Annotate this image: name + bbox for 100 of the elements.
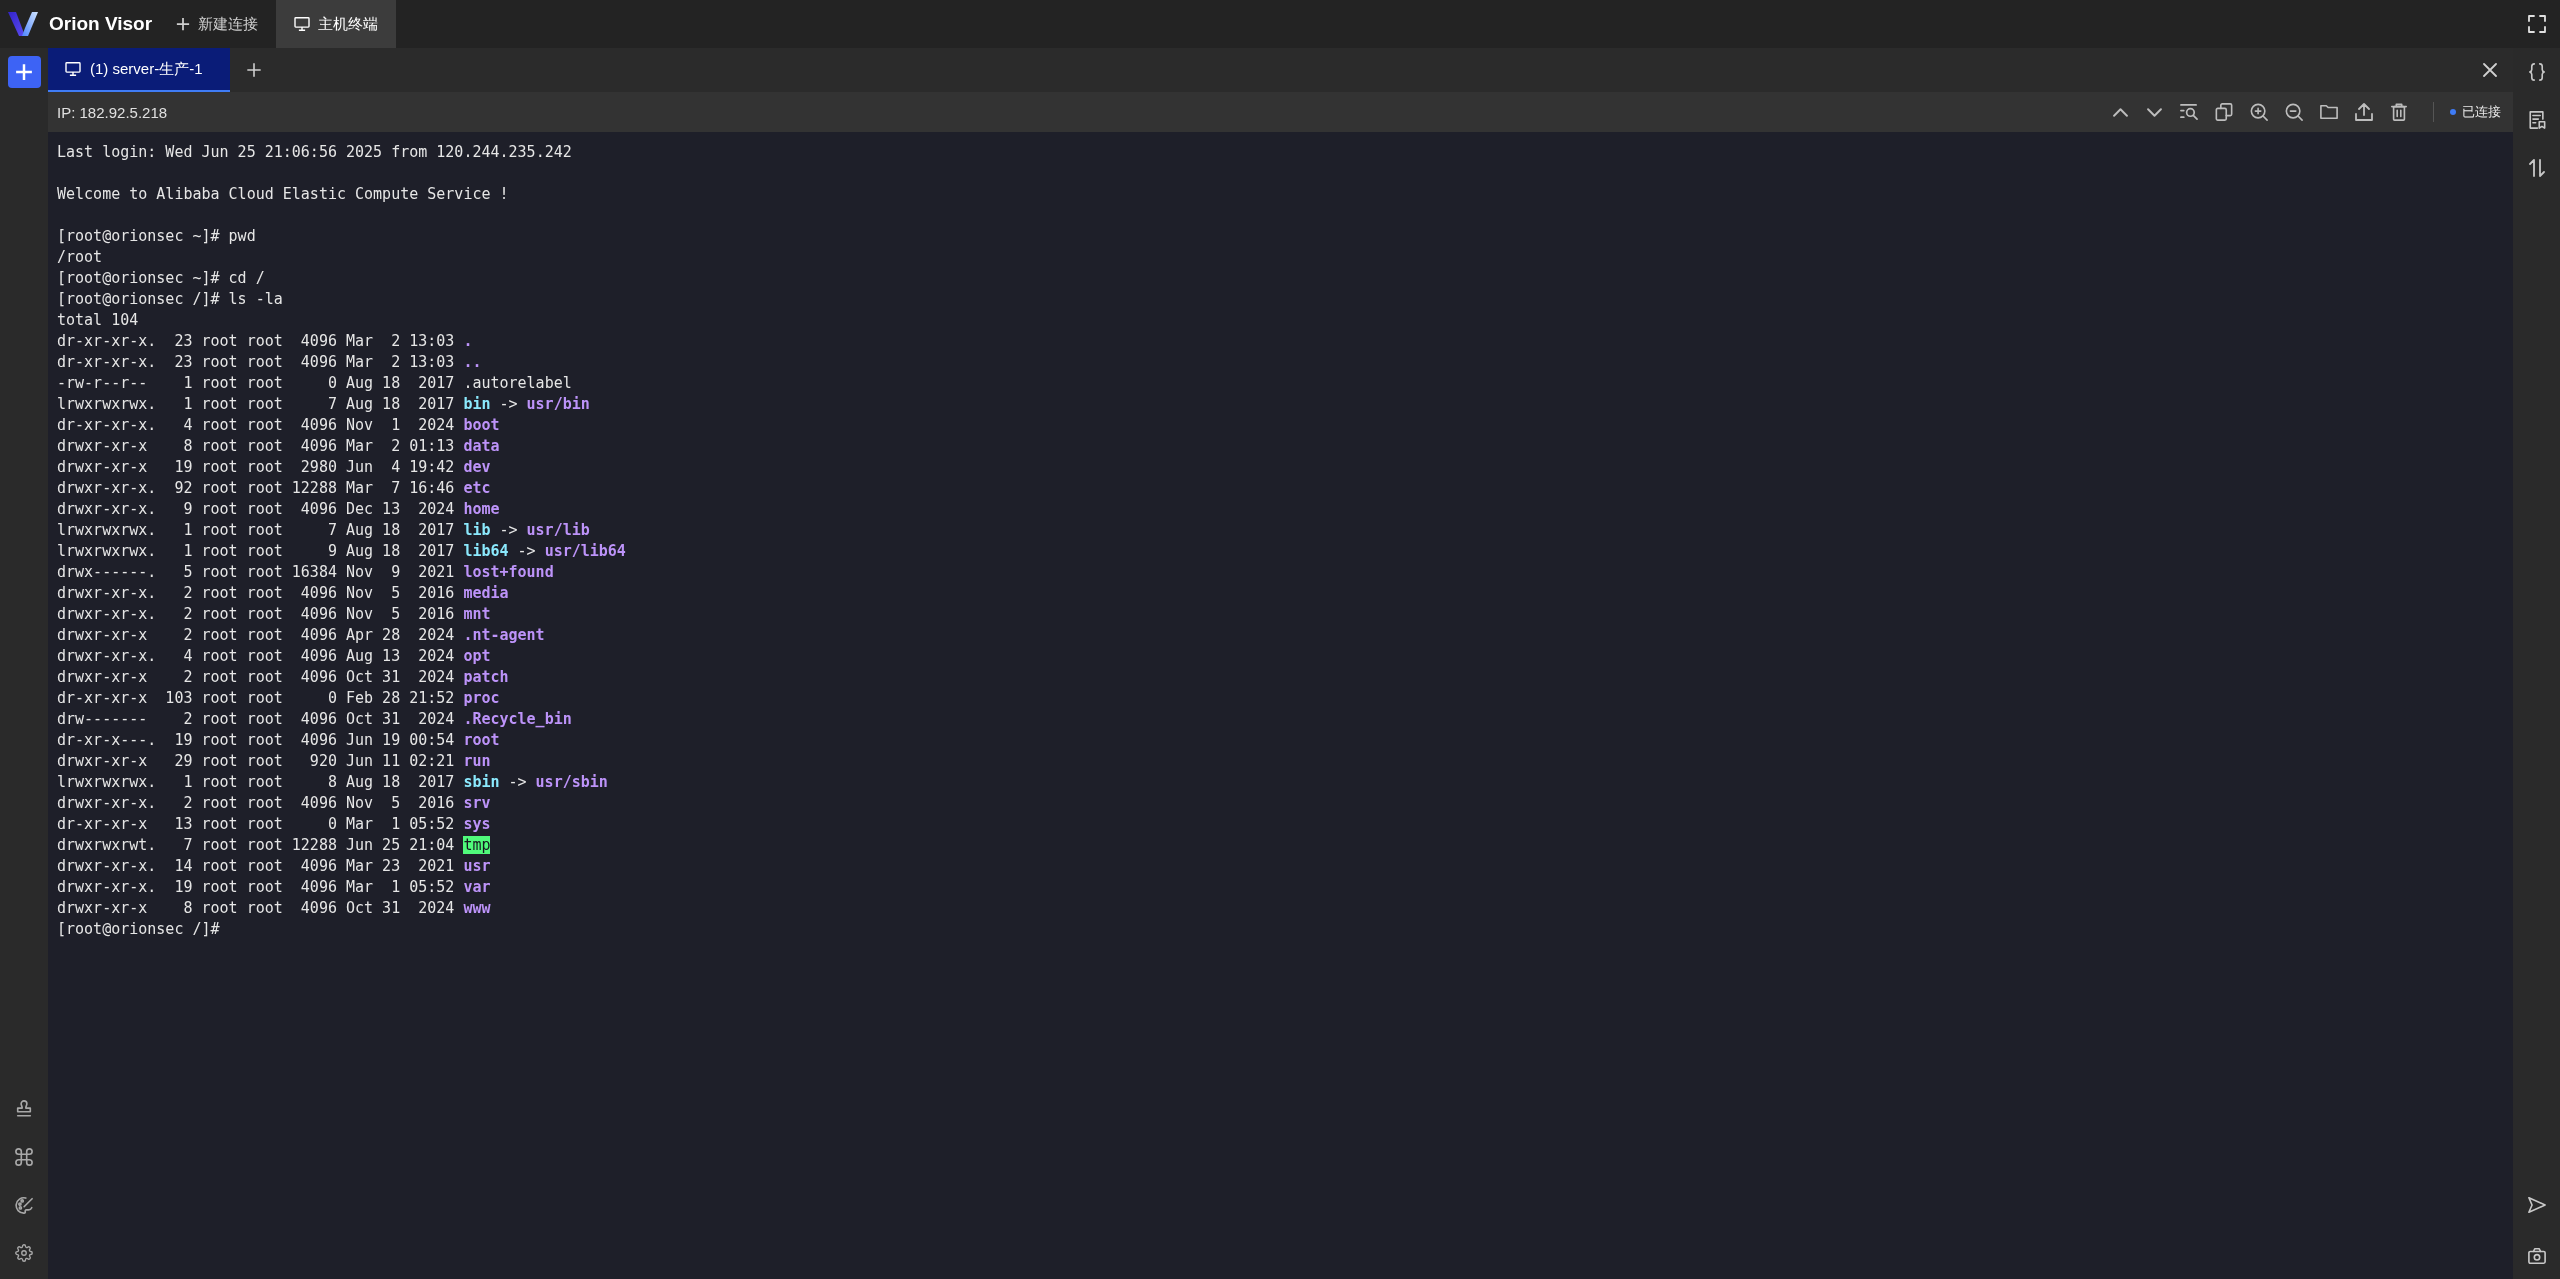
file-name: .Recycle_bin — [463, 709, 572, 728]
listing-details: lrwxrwxrwx. 1 root root 7 Aug 18 2017 — [57, 394, 455, 413]
chevron-up-icon[interactable] — [2113, 107, 2128, 117]
file-name: patch — [463, 667, 509, 686]
terminal-line: [root@orionsec ~]# pwd — [57, 225, 256, 247]
listing-details: drwxr-xr-x. 2 root root 4096 Nov 5 2016 — [57, 793, 455, 812]
zoom-in-icon[interactable] — [2250, 103, 2268, 121]
file-name: lib64 — [463, 541, 509, 560]
app-name: Orion Visor — [49, 13, 153, 35]
file-name: sys — [463, 814, 491, 833]
file-name: lib — [463, 520, 491, 539]
file-name: root — [463, 730, 500, 749]
zoom-out-icon[interactable] — [2285, 103, 2303, 121]
link-arrow: -> — [517, 541, 536, 560]
terminal-line: [root@orionsec ~]# cd / — [57, 267, 265, 289]
listing-details: drwxr-xr-x. 4 root root 4096 Aug 13 2024 — [57, 646, 455, 665]
listing-details: lrwxrwxrwx. 1 root root 7 Aug 18 2017 — [57, 520, 455, 539]
listing-details: dr-xr-xr-x. 23 root root 4096 Mar 2 13:03 — [57, 352, 455, 371]
file-name: data — [463, 436, 500, 455]
listing-details: dr-xr-xr-x 103 root root 0 Feb 28 21:52 — [57, 688, 455, 707]
listing-details: drwx------. 5 root root 16384 Nov 9 2021 — [57, 562, 455, 581]
file-name: srv — [463, 793, 491, 812]
logo-icon — [8, 12, 38, 36]
file-name: media — [463, 583, 509, 602]
send-icon[interactable] — [2527, 1196, 2546, 1214]
listing-details: drw------- 2 root root 4096 Oct 31 2024 — [57, 709, 455, 728]
palette-icon[interactable] — [15, 1196, 33, 1214]
terminal-line: Welcome to Alibaba Cloud Elastic Compute Service ! — [57, 183, 509, 205]
terminal-line: [root@orionsec /]# ls -la — [57, 288, 283, 310]
stamp-icon[interactable] — [15, 1100, 33, 1118]
listing-details: drwxr-xr-x. 2 root root 4096 Nov 5 2016 — [57, 583, 455, 602]
listing-details: drwxr-xr-x. 9 root root 4096 Dec 13 2024 — [57, 499, 455, 518]
camera-icon[interactable] — [2527, 1247, 2546, 1265]
file-name: home — [463, 499, 500, 518]
listing-details: drwxr-xr-x 19 root root 2980 Jun 4 19:42 — [57, 457, 455, 476]
monitor-icon — [65, 62, 81, 76]
listing-details: drwxr-xr-x 29 root root 920 Jun 11 02:21 — [57, 751, 455, 770]
folder-icon[interactable] — [2320, 103, 2338, 121]
listing-details: dr-xr-xr-x. 23 root root 4096 Mar 2 13:03 — [57, 331, 455, 350]
plus-icon — [15, 63, 33, 81]
connection-status: 已连接 — [2462, 103, 2501, 121]
listing-details: dr-xr-xr-x 13 root root 0 Mar 1 05:52 — [57, 814, 455, 833]
file-name: etc — [463, 478, 491, 497]
file-name: .autorelabel — [463, 373, 572, 392]
plus-icon — [176, 17, 191, 31]
file-name: usr — [463, 856, 491, 875]
listing-details: drwxr-xr-x 2 root root 4096 Oct 31 2024 — [57, 667, 455, 686]
search-list-icon[interactable] — [2180, 103, 2198, 121]
listing-details: lrwxrwxrwx. 1 root root 8 Aug 18 2017 — [57, 772, 455, 791]
listing-details: drwxr-xr-x. 2 root root 4096 Nov 5 2016 — [57, 604, 455, 623]
file-name: www — [463, 898, 491, 917]
file-name: bin — [463, 394, 491, 413]
link-target: usr/lib — [526, 520, 590, 539]
trash-icon[interactable] — [2390, 103, 2408, 121]
nav-button[interactable]: 新建连接 — [158, 0, 277, 48]
terminal-line: /root — [57, 246, 103, 268]
sort-icon[interactable] — [2527, 159, 2546, 177]
file-name: mnt — [463, 604, 491, 623]
bookmark-document-icon[interactable] — [2527, 111, 2546, 129]
terminal-line: [root@orionsec /]# — [57, 918, 220, 940]
link-arrow: -> — [499, 394, 518, 413]
file-name: tmp — [463, 835, 491, 854]
link-arrow: -> — [508, 772, 527, 791]
add-button[interactable] — [7, 56, 41, 88]
listing-details: drwxr-xr-x. 92 root root 12288 Mar 7 16:46 — [57, 478, 455, 497]
link-arrow: -> — [499, 520, 518, 539]
chevron-down-icon[interactable] — [2147, 107, 2162, 117]
link-target: usr/lib64 — [544, 541, 626, 560]
listing-details: lrwxrwxrwx. 1 root root 9 Aug 18 2017 — [57, 541, 455, 560]
file-name: .nt-agent — [463, 625, 545, 644]
listing-details: drwxr-xr-x 8 root root 4096 Mar 2 01:13 — [57, 436, 455, 455]
braces-icon[interactable] — [2527, 63, 2546, 81]
listing-details: -rw-r--r-- 1 root root 0 Aug 18 2017 — [57, 373, 455, 392]
command-icon[interactable] — [15, 1148, 33, 1166]
close-icon[interactable] — [2483, 63, 2497, 77]
nav-tab[interactable]: 主机终端 — [276, 0, 397, 48]
file-name: var — [463, 877, 491, 896]
plus-icon[interactable] — [246, 63, 261, 77]
ip-address: IP: 182.92.5.218 — [57, 103, 168, 121]
upload-icon[interactable] — [2355, 103, 2373, 121]
copy-icon[interactable] — [2215, 103, 2233, 121]
listing-details: drwxr-xr-x. 14 root root 4096 Mar 23 2021 — [57, 856, 455, 875]
file-name: dev — [463, 457, 491, 476]
file-name: .. — [463, 352, 482, 371]
listing-details: drwxrwxrwt. 7 root root 12288 Jun 25 21:04 — [57, 835, 455, 854]
link-target: usr/sbin — [535, 772, 608, 791]
file-name: run — [463, 751, 491, 770]
fullscreen-icon[interactable] — [2528, 15, 2546, 33]
link-target: usr/bin — [526, 394, 590, 413]
terminal-line: total 104 — [57, 309, 139, 331]
session-tab[interactable]: (1) server-生产-1 — [48, 48, 230, 92]
listing-details: drwxr-xr-x. 19 root root 4096 Mar 1 05:52 — [57, 877, 455, 896]
file-name: . — [463, 331, 473, 350]
file-name: lost+found — [463, 562, 554, 581]
settings-icon[interactable] — [15, 1244, 33, 1262]
listing-details: drwxr-xr-x 8 root root 4096 Oct 31 2024 — [57, 898, 455, 917]
monitor-icon — [294, 17, 311, 31]
file-name: boot — [463, 415, 500, 434]
file-name: opt — [463, 646, 491, 665]
terminal-line: Last login: Wed Jun 25 21:06:56 2025 from 120.244.235.242 — [57, 141, 572, 163]
